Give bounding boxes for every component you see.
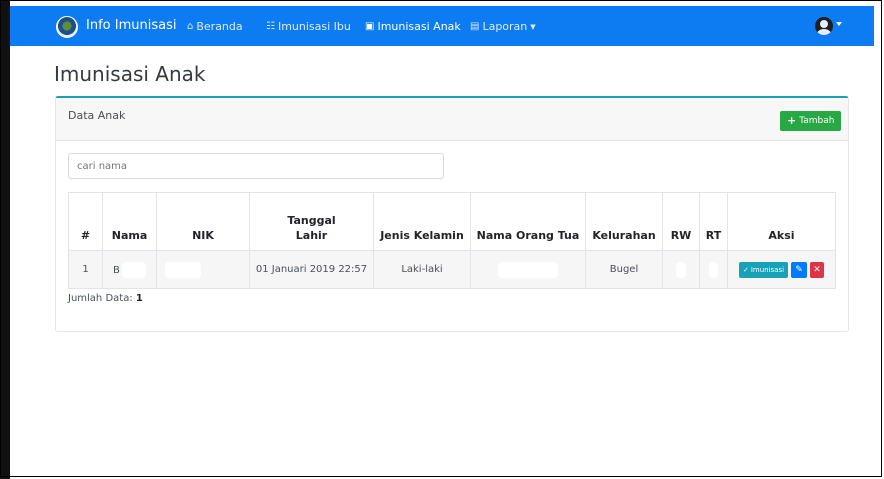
chevron-down-icon: ▼	[530, 22, 536, 31]
table-row: 1 B 01 Januari 2019 22:57 Laki-laki Buge…	[68, 250, 836, 289]
nav-beranda[interactable]: ⌂ Beranda	[187, 20, 243, 33]
syringe-icon: ✓	[742, 265, 749, 274]
card-title: Data Anak	[68, 109, 126, 122]
col-no: #	[68, 192, 103, 251]
brand-logo[interactable]	[56, 16, 78, 38]
nav-beranda-label: Beranda	[196, 20, 243, 33]
nav-imunisasi-anak-label: Imunisasi Anak	[377, 20, 461, 33]
col-rt: RT	[699, 192, 728, 251]
imunisasi-button[interactable]: ✓ Imunisasi	[738, 261, 789, 278]
add-button[interactable]: + Tambah	[780, 111, 842, 131]
cell-nama: B	[102, 250, 157, 289]
nav-imunisasi-ibu[interactable]: ☷ Imunisasi Ibu	[266, 20, 351, 33]
cell-kelurahan: Bugel	[585, 250, 663, 289]
col-rw: RW	[662, 192, 700, 251]
col-nik: NIK	[156, 192, 250, 251]
jumlah-value: 1	[135, 293, 143, 304]
col-aksi: Aksi	[727, 192, 836, 251]
nav-imunisasi-ibu-label: Imunisasi Ibu	[277, 20, 351, 33]
page-title: Imunisasi Anak	[54, 62, 206, 86]
home-icon: ⌂	[187, 21, 194, 32]
delete-button[interactable]: ✕	[810, 261, 825, 278]
user-menu-caret-icon[interactable]	[836, 22, 842, 26]
redacted-block	[709, 261, 718, 278]
nav-laporan-label: Laporan	[482, 20, 528, 33]
cell-nama-text: B	[113, 264, 120, 276]
redacted-block	[498, 261, 558, 278]
cell-no: 1	[68, 250, 103, 289]
cell-rw	[662, 250, 700, 289]
camera-icon: ▣	[365, 21, 375, 32]
top-navbar: Info Imunisasi ⌂ Beranda ☷ Imunisasi Ibu…	[10, 6, 874, 46]
cell-tanggal-lahir: 01 Januari 2019 22:57	[249, 250, 374, 289]
cell-nama-orang-tua	[470, 250, 586, 289]
edit-button[interactable]: ✎	[791, 261, 808, 278]
users-icon: ☷	[266, 21, 275, 32]
left-edge	[0, 0, 10, 479]
search-input[interactable]	[68, 153, 444, 179]
pencil-icon: ✎	[795, 264, 803, 275]
col-tanggal-lahir: Tanggal Lahir	[249, 192, 374, 251]
close-icon: ✕	[813, 264, 821, 275]
cell-aksi: ✓ Imunisasi ✎ ✕	[727, 250, 836, 289]
jumlah-label: Jumlah Data:	[68, 293, 133, 304]
clipboard-icon: ▤	[470, 21, 480, 32]
imunisasi-button-label: Imunisasi	[750, 265, 785, 274]
col-nama-orang-tua: Nama Orang Tua	[470, 192, 586, 251]
anak-table: # Nama NIK Tanggal Lahir Jenis Kelamin N…	[68, 192, 836, 289]
col-kelurahan: Kelurahan	[585, 192, 663, 251]
redacted-block	[676, 261, 686, 278]
action-group: ✓ Imunisasi ✎ ✕	[729, 261, 834, 278]
nav-imunisasi-anak[interactable]: ▣ Imunisasi Anak	[365, 20, 461, 33]
table-header-row: # Nama NIK Tanggal Lahir Jenis Kelamin N…	[68, 192, 836, 251]
redacted-block	[121, 261, 146, 278]
data-anak-card: Data Anak + Tambah # Nama NIK Tanggal La…	[55, 96, 849, 332]
add-button-label: Tambah	[799, 116, 835, 126]
user-avatar[interactable]	[815, 17, 833, 35]
nav-laporan[interactable]: ▤ Laporan ▼	[470, 20, 536, 33]
redacted-block	[165, 261, 201, 278]
brand-title[interactable]: Info Imunisasi	[86, 18, 176, 33]
cell-rt	[699, 250, 728, 289]
card-header: Data Anak + Tambah	[56, 98, 848, 141]
col-tanggal-lahir-label: Tanggal Lahir	[287, 214, 336, 242]
col-jenis-kelamin: Jenis Kelamin	[373, 192, 471, 251]
col-nama: Nama	[102, 192, 157, 251]
jumlah-data: Jumlah Data: 1	[68, 293, 143, 304]
plus-icon: +	[787, 114, 797, 127]
cell-nik	[156, 250, 250, 289]
cell-jenis-kelamin: Laki-laki	[373, 250, 471, 289]
